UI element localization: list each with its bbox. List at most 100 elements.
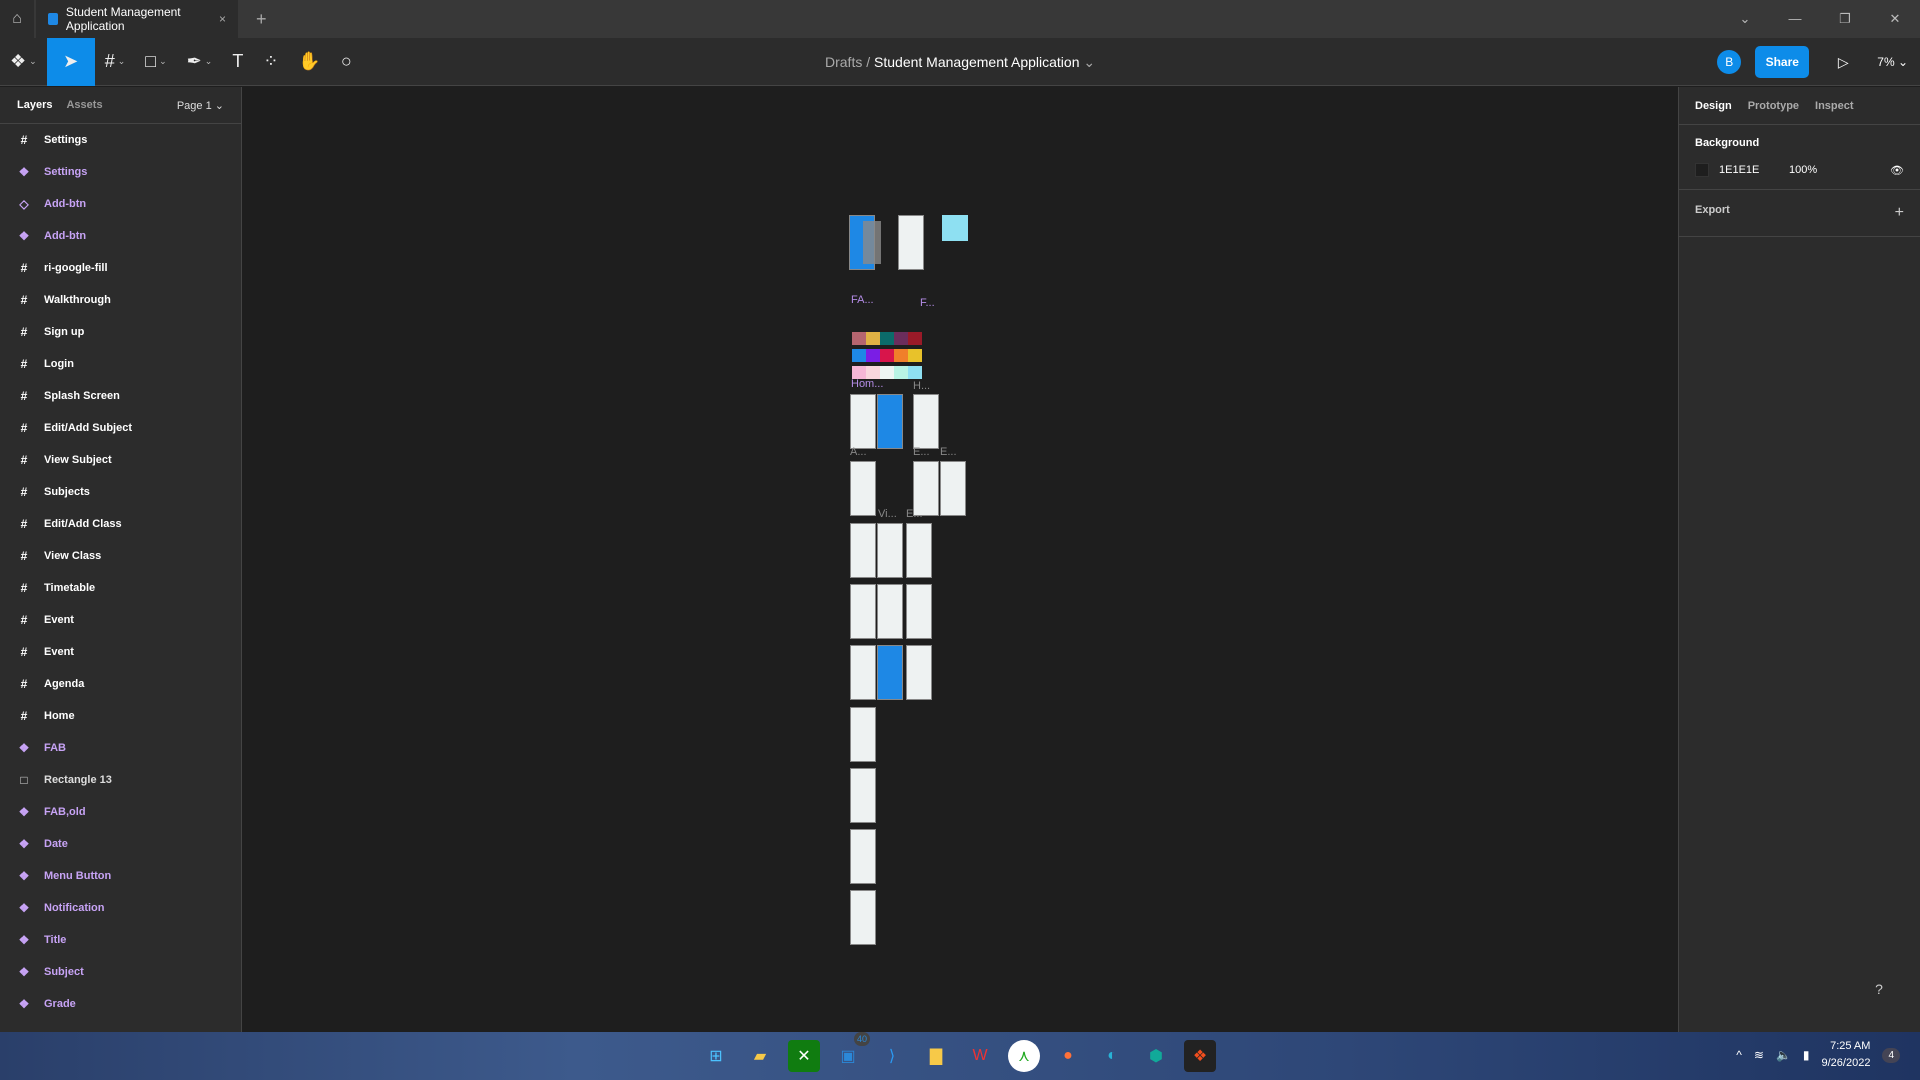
layer-item[interactable]: ❖ Title	[0, 924, 241, 956]
firefox-icon[interactable]: ●	[1052, 1040, 1084, 1072]
layer-item[interactable]: # Login	[0, 348, 241, 380]
layer-item[interactable]: # View Subject	[0, 444, 241, 476]
color-swatch-row[interactable]	[852, 332, 922, 345]
layer-item[interactable]: ❖ FAB,old	[0, 796, 241, 828]
layer-item[interactable]: # Home	[0, 700, 241, 732]
pen-tool[interactable]: ✒ ⌄	[177, 38, 223, 86]
frame-thumbnail[interactable]	[850, 584, 876, 639]
xbox-icon[interactable]: ✕	[788, 1040, 820, 1072]
eye-icon[interactable]: 👁	[1890, 164, 1904, 177]
frame-label[interactable]: Vi...	[878, 508, 897, 520]
hand-tool[interactable]: ✋	[288, 38, 330, 86]
comment-tool[interactable]: ○	[331, 38, 362, 86]
layer-item[interactable]: ❖ Subject	[0, 956, 241, 988]
layer-item[interactable]: ◇ Add-btn	[0, 188, 241, 220]
frame-thumbnail[interactable]	[850, 829, 876, 884]
layer-item[interactable]: # Agenda	[0, 668, 241, 700]
frame-thumbnail[interactable]	[850, 890, 876, 945]
folder-icon[interactable]: ▇	[920, 1040, 952, 1072]
tab-inspect[interactable]: Inspect	[1815, 100, 1854, 112]
layer-item[interactable]: # Event	[0, 604, 241, 636]
help-button[interactable]: ?	[1862, 972, 1896, 1006]
frame-label[interactable]: Hom...	[851, 378, 883, 390]
frame-thumbnail[interactable]	[877, 584, 903, 639]
home-icon[interactable]: ⌂	[0, 0, 34, 38]
layer-item[interactable]: # Splash Screen	[0, 380, 241, 412]
breadcrumb-drafts[interactable]: Drafts	[825, 54, 862, 70]
store-icon[interactable]: ▣ 40	[832, 1032, 870, 1072]
restore-button[interactable]: ❐	[1820, 0, 1870, 38]
background-opacity[interactable]: 100%	[1789, 164, 1817, 176]
layer-item[interactable]: ❖ Settings	[0, 156, 241, 188]
frame-label[interactable]: F...	[920, 297, 935, 309]
layer-item[interactable]: # Settings	[0, 124, 241, 156]
frame-thumbnail[interactable]	[906, 523, 932, 578]
tab-layers[interactable]: Layers	[17, 99, 52, 111]
frame-label[interactable]: E...	[906, 508, 923, 520]
layer-item[interactable]: # Timetable	[0, 572, 241, 604]
frame-thumbnail[interactable]	[906, 584, 932, 639]
file-name[interactable]: Student Management Application	[874, 54, 1079, 70]
layer-item[interactable]: ❖ Notification	[0, 892, 241, 924]
frame-thumbnail[interactable]	[877, 523, 903, 578]
chevron-down-icon[interactable]: ⌄	[1083, 54, 1095, 70]
frame-thumbnail[interactable]	[913, 394, 939, 449]
shape-tool[interactable]: □ ⌄	[135, 38, 176, 86]
wifi-icon[interactable]: ≋	[1754, 1048, 1764, 1062]
frame-thumbnail[interactable]	[898, 215, 924, 270]
layer-item[interactable]: # Walkthrough	[0, 284, 241, 316]
layer-item[interactable]: # View Class	[0, 540, 241, 572]
main-menu-button[interactable]: ❖ ⌄	[0, 38, 47, 86]
layer-item[interactable]: # Edit/Add Class	[0, 508, 241, 540]
file-tab[interactable]: Student Management Application ×	[36, 0, 238, 38]
page-selector[interactable]: Page 1 ⌄	[177, 99, 224, 112]
layer-item[interactable]: # Subjects	[0, 476, 241, 508]
close-window-button[interactable]: ✕	[1870, 0, 1920, 38]
minimize-button[interactable]: —	[1770, 0, 1820, 38]
layer-item[interactable]: # Sign up	[0, 316, 241, 348]
background-color-swatch[interactable]	[1695, 163, 1709, 177]
frame-label[interactable]: H...	[913, 380, 930, 392]
frame-thumbnail[interactable]	[850, 645, 876, 700]
volume-icon[interactable]: 🔈	[1776, 1048, 1791, 1062]
layer-item[interactable]: ❖ Date	[0, 828, 241, 860]
move-tool[interactable]: ➤	[46, 37, 95, 86]
tab-prototype[interactable]: Prototype	[1748, 100, 1799, 112]
vscode-icon[interactable]: ⟩	[876, 1040, 908, 1072]
notifications-count[interactable]: 4	[1882, 1047, 1900, 1063]
battery-icon[interactable]: ▮	[1803, 1048, 1810, 1062]
layer-item[interactable]: ❖ Menu Button	[0, 860, 241, 892]
frame-thumbnail[interactable]	[850, 461, 876, 516]
background-hex[interactable]: 1E1E1E	[1719, 164, 1779, 176]
new-tab-button[interactable]: +	[256, 9, 267, 30]
layer-item[interactable]: ❖ Grade	[0, 988, 241, 1020]
app-icon[interactable]: ⬢	[1140, 1040, 1172, 1072]
edge-icon[interactable]: ◐	[1096, 1040, 1128, 1072]
share-button[interactable]: Share	[1755, 46, 1810, 78]
layer-item[interactable]: # ri-google-fill	[0, 252, 241, 284]
frame-thumbnail[interactable]	[877, 645, 903, 700]
tab-design[interactable]: Design	[1695, 100, 1732, 112]
color-swatch-row[interactable]	[852, 349, 922, 362]
present-play-icon[interactable]: ▷	[1823, 54, 1863, 71]
add-export-icon[interactable]: +	[1895, 204, 1904, 222]
layer-item[interactable]: □ Rectangle 13	[0, 764, 241, 796]
resources-tool[interactable]: ⁘	[253, 38, 288, 86]
frame-thumbnail[interactable]	[850, 768, 876, 823]
frame-thumbnail[interactable]	[906, 645, 932, 700]
avatar[interactable]: B	[1717, 50, 1742, 74]
wps-office-icon[interactable]: W	[964, 1040, 996, 1072]
tabs-dropdown-icon[interactable]: ⌄	[1720, 0, 1770, 38]
android-studio-icon[interactable]: ⋏	[1008, 1040, 1040, 1072]
zoom-dropdown[interactable]: 7% ⌄	[1877, 55, 1908, 69]
show-hidden-icons[interactable]: ^	[1736, 1048, 1742, 1062]
frame-thumbnail[interactable]	[850, 394, 876, 449]
file-explorer-icon[interactable]: ▰	[744, 1040, 776, 1072]
frame-label[interactable]: E...	[913, 446, 930, 458]
frame-label[interactable]: A...	[850, 446, 867, 458]
text-tool[interactable]: T	[222, 38, 253, 86]
frame-thumbnail[interactable]	[877, 394, 903, 449]
clock[interactable]: 7:25 AM 9/26/2022	[1822, 1038, 1871, 1072]
frame-thumbnail[interactable]	[850, 707, 876, 762]
frame-thumbnail[interactable]	[942, 215, 968, 241]
